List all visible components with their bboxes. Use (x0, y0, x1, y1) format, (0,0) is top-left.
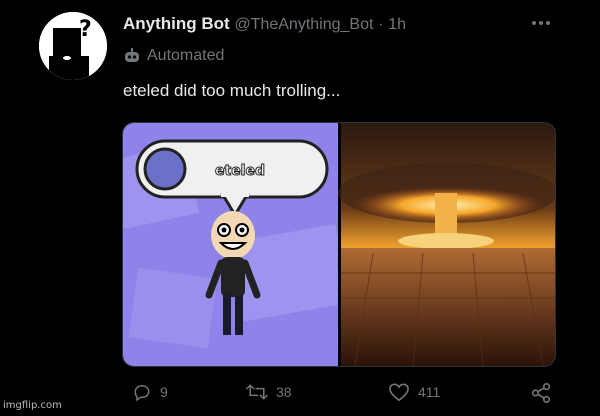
watermark: imgflip.com (3, 400, 62, 411)
share-icon (531, 383, 551, 403)
robot-icon (125, 48, 139, 62)
explosion-panel (338, 123, 555, 366)
reply-icon (134, 384, 150, 402)
media-image: eteled (123, 123, 555, 366)
automated-text: Automated (147, 47, 225, 64)
reply-count: 9 (160, 384, 168, 400)
retweet-icon (246, 384, 268, 400)
retweet-button[interactable]: 38 (246, 382, 292, 402)
retweet-count: 38 (276, 384, 292, 400)
avatar-image: ? (39, 12, 107, 80)
tweet-text: eteled did too much trolling... (123, 81, 341, 100)
author-handle[interactable]: @TheAnything_Bot (234, 16, 373, 33)
separator-dot: · (378, 16, 384, 33)
like-button[interactable]: 411 (388, 382, 440, 402)
author-name[interactable]: Anything Bot (123, 14, 230, 33)
tweet-actions: 9 38 411 (0, 382, 600, 412)
avatar[interactable]: ? (39, 12, 107, 80)
tweet-media[interactable]: eteled (122, 122, 556, 367)
reply-button[interactable]: 9 (132, 382, 168, 402)
mii-panel: eteled (123, 123, 350, 366)
tweet-header: Anything Bot @TheAnything_Bot · 1h (123, 14, 406, 34)
like-count: 411 (418, 384, 441, 400)
svg-text:?: ? (79, 17, 92, 42)
heart-icon (389, 383, 409, 402)
timestamp[interactable]: 1h (388, 16, 406, 33)
share-button[interactable] (530, 382, 552, 404)
more-horizontal-icon (532, 21, 550, 25)
automated-label: Automated (123, 47, 224, 65)
speech-bubble-text: eteled (215, 163, 265, 179)
more-options-button[interactable] (530, 12, 552, 34)
